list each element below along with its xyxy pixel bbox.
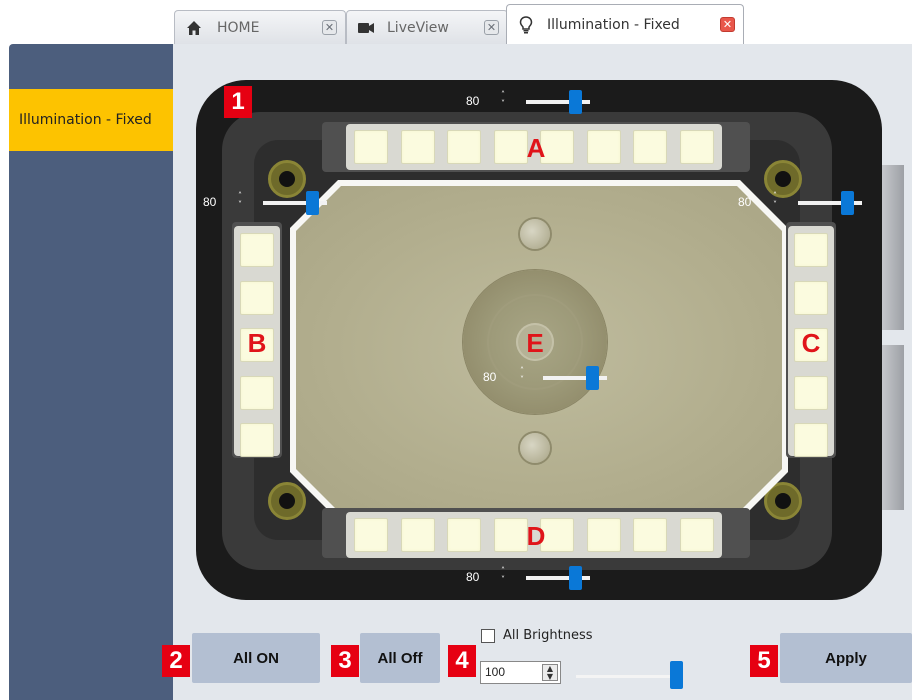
zone-c-control: 80 ˄ ˅ (738, 191, 862, 215)
zone-c-slider-thumb[interactable] (841, 191, 855, 215)
tab-home[interactable]: HOME ✕ (174, 10, 346, 44)
led-d-3 (447, 518, 481, 552)
zone-a-control: 80 ˄ ˅ (466, 90, 590, 114)
tab-liveview-close-icon[interactable]: ✕ (484, 20, 499, 35)
all-brightness-spinner[interactable]: ▲ ▼ (542, 664, 558, 681)
zone-a-value: 80 (466, 94, 480, 108)
led-a-3 (447, 130, 481, 164)
zone-e-control: 80 ˄ ˅ (483, 366, 607, 390)
zone-a-slider-thumb[interactable] (569, 90, 583, 114)
all-on-button[interactable]: All ON (192, 633, 320, 683)
all-brightness-value: 100 (485, 665, 506, 679)
tab-bar: HOME ✕ LiveView ✕ Illumination - Fixed ✕ (0, 0, 912, 44)
sidebar-item-illumination-fixed[interactable]: Illumination - Fixed (9, 89, 173, 151)
zone-label-b: B (247, 328, 267, 358)
zone-e-spinner[interactable]: ˄ ˅ (517, 366, 527, 384)
zone-c-spinner[interactable]: ˄ ˅ (770, 191, 780, 209)
tab-liveview[interactable]: LiveView ✕ (346, 10, 508, 44)
marker-4: 4 (448, 645, 476, 677)
side-panel-upper (880, 165, 904, 330)
zone-b-spinner[interactable]: ˄ ˅ (235, 191, 245, 209)
sidebar: Illumination - Fixed (9, 44, 173, 700)
tab-home-label: HOME (217, 19, 260, 36)
marker-5: 5 (750, 645, 778, 677)
tab-illumination-fixed[interactable]: Illumination - Fixed ✕ (506, 4, 744, 44)
led-c-2 (794, 280, 828, 315)
zone-label-c: C (801, 328, 821, 358)
zone-a-spinner[interactable]: ˄ ˅ (498, 90, 508, 108)
zone-b-slider-thumb[interactable] (306, 191, 320, 215)
tab-illumination-close-icon[interactable]: ✕ (720, 17, 735, 32)
led-d-6 (586, 518, 621, 552)
led-b-1 (240, 233, 274, 267)
tab-illumination-label: Illumination - Fixed (547, 16, 680, 33)
led-c-4 (794, 375, 828, 410)
screw-bottom-left-icon (268, 482, 306, 520)
zone-b-control: 80 ˄ ˅ (203, 191, 327, 215)
led-d-1 (354, 518, 388, 552)
zone-c-value: 80 (738, 195, 752, 209)
led-d-8 (679, 518, 714, 552)
led-b-5 (240, 423, 274, 457)
all-off-button[interactable]: All Off (360, 633, 440, 683)
all-brightness-checkbox[interactable] (481, 629, 495, 643)
apply-button[interactable]: Apply (780, 633, 912, 683)
pin-top-icon (520, 219, 550, 249)
zone-label-e: E (526, 328, 544, 358)
all-brightness-input[interactable]: 100 ▲ ▼ (480, 661, 561, 684)
led-c-1 (794, 233, 828, 267)
zone-label-d: D (526, 521, 546, 551)
side-panel-lower (880, 345, 904, 510)
lightbulb-icon (517, 15, 535, 34)
zone-d-control: 80 ˄ ˅ (466, 566, 590, 590)
led-b-2 (240, 280, 274, 315)
marker-1: 1 (224, 86, 252, 118)
zone-b-value: 80 (203, 195, 217, 209)
marker-3: 3 (331, 645, 359, 677)
zone-label-a: A (526, 133, 546, 163)
all-brightness-slider-track[interactable] (576, 675, 676, 678)
led-a-2 (400, 130, 435, 164)
all-brightness-label: All Brightness (503, 628, 593, 643)
led-d-7 (633, 518, 667, 552)
home-icon (185, 19, 203, 37)
led-b-4 (240, 375, 274, 410)
led-a-6 (586, 130, 621, 164)
marker-2: 2 (162, 645, 190, 677)
all-brightness-slider-thumb[interactable] (670, 661, 683, 689)
led-a-7 (633, 130, 667, 164)
zone-d-slider-thumb[interactable] (569, 566, 583, 590)
led-a-1 (354, 130, 388, 164)
zone-d-spinner[interactable]: ˄ ˅ (498, 566, 508, 584)
pin-bottom-icon (520, 433, 550, 463)
video-camera-icon (357, 19, 375, 37)
led-c-5 (794, 423, 828, 457)
zone-e-value: 80 (483, 370, 497, 384)
tab-liveview-label: LiveView (387, 19, 449, 36)
tab-home-close-icon[interactable]: ✕ (322, 20, 337, 35)
led-a-8 (679, 130, 714, 164)
zone-d-value: 80 (466, 570, 480, 584)
zone-e-slider-thumb[interactable] (586, 366, 600, 390)
led-d-2 (400, 518, 435, 552)
